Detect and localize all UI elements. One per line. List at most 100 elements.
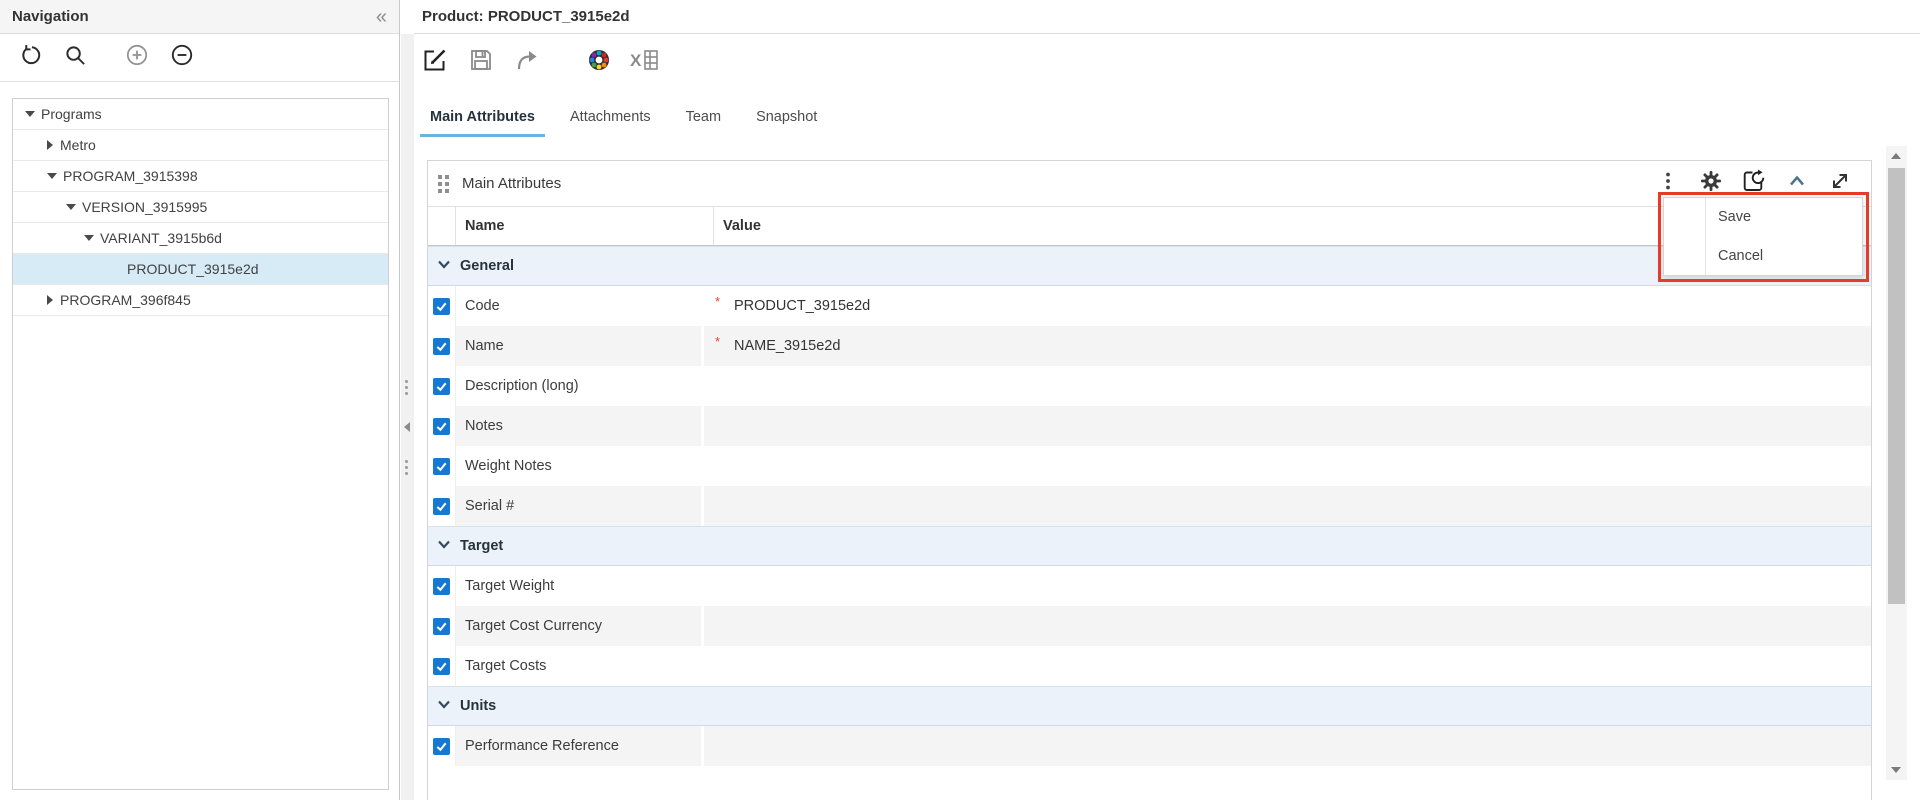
scroll-down-icon[interactable] <box>1891 767 1901 773</box>
attribute-name: Weight Notes <box>465 458 552 474</box>
attribute-name: Performance Reference <box>456 726 701 766</box>
save-button[interactable] <box>464 45 498 79</box>
attribute-value-cell[interactable] <box>704 446 1871 486</box>
row-checkbox[interactable] <box>433 577 450 595</box>
attribute-row-serial: Serial # <box>428 486 1871 526</box>
refresh-button[interactable] <box>13 41 47 75</box>
chevron-collapsed-icon[interactable] <box>47 295 53 305</box>
chevron-expanded-icon[interactable] <box>84 235 94 241</box>
chevron-up-icon <box>1786 170 1808 197</box>
main-toolbar: X <box>414 34 1920 90</box>
required-marker: * <box>715 293 721 309</box>
drag-handle-icon[interactable] <box>438 174 449 193</box>
row-checkbox[interactable] <box>433 617 450 635</box>
scrollbar-thumb[interactable] <box>1888 168 1905 604</box>
menu-item-cancel[interactable]: Cancel <box>1664 237 1862 276</box>
history-restore-button[interactable] <box>1740 168 1768 199</box>
attribute-value-cell[interactable] <box>704 366 1871 406</box>
row-checkbox[interactable] <box>433 417 450 435</box>
scroll-up-icon[interactable] <box>1891 153 1901 159</box>
gear-icon <box>1699 169 1723 198</box>
tree-item-program-396f845[interactable]: PROGRAM_396f845 <box>13 285 388 316</box>
search-button[interactable] <box>58 41 92 75</box>
section-chevron-down-icon[interactable] <box>437 697 451 716</box>
vertical-scrollbar[interactable] <box>1886 146 1907 780</box>
attribute-value-cell[interactable] <box>704 566 1871 606</box>
tree-item-programs[interactable]: Programs <box>13 99 388 130</box>
attribute-row-notes: Notes <box>428 406 1871 446</box>
attribute-value-cell[interactable] <box>704 726 1871 766</box>
excel-export-button[interactable]: X <box>628 45 662 79</box>
attribute-value-cell[interactable]: * PRODUCT_3915e2d <box>704 286 1871 326</box>
chevron-expanded-icon[interactable] <box>47 173 57 179</box>
collapse-sidebar-icon[interactable]: « <box>376 7 387 27</box>
attribute-row-target-costs: Target Costs <box>428 646 1871 686</box>
collapse-panel-button[interactable] <box>1783 170 1811 198</box>
row-checkbox[interactable] <box>433 337 450 355</box>
attribute-value-cell[interactable] <box>704 406 1871 446</box>
chevron-collapsed-icon[interactable] <box>47 140 53 150</box>
required-marker: * <box>715 333 721 349</box>
section-header-units[interactable]: Units <box>428 686 1871 726</box>
row-checkbox[interactable] <box>433 497 450 515</box>
attribute-value-cell[interactable] <box>704 486 1871 526</box>
splitter-grip-icon <box>405 380 408 395</box>
tree-item-product-3915e2d[interactable]: PRODUCT_3915e2d <box>13 254 388 285</box>
tree-item-version-3915995[interactable]: VERSION_3915995 <box>13 192 388 223</box>
zoom-out-button[interactable] <box>165 41 199 75</box>
row-checkbox[interactable] <box>433 377 450 395</box>
grid-header-row: Name Value <box>428 207 1871 246</box>
app-window: Navigation « Programs Metro PROGRAM_3915… <box>0 0 1920 800</box>
attribute-value-cell[interactable] <box>704 646 1871 686</box>
main-attributes-panel: Main Attributes Name Value General Code … <box>427 160 1872 800</box>
attribute-row-description-long: Description (long) <box>428 366 1871 406</box>
section-header-general[interactable]: General <box>428 246 1871 286</box>
history-restore-icon <box>1741 168 1767 199</box>
edit-button[interactable] <box>418 45 452 79</box>
chevron-expanded-icon[interactable] <box>25 111 35 117</box>
attribute-name: Description (long) <box>465 378 579 394</box>
kebab-menu-button[interactable] <box>1654 170 1682 198</box>
row-checkbox[interactable] <box>433 297 450 315</box>
page-title: Product: PRODUCT_3915e2d <box>422 8 630 25</box>
share-button[interactable] <box>510 45 544 79</box>
navigation-tree: Programs Metro PROGRAM_3915398 VERSION_3… <box>12 98 389 790</box>
attribute-value-cell[interactable] <box>704 606 1871 646</box>
section-chevron-down-icon[interactable] <box>437 537 451 556</box>
tree-item-program-3915398[interactable]: PROGRAM_3915398 <box>13 161 388 192</box>
attribute-row-performance-reference: Performance Reference <box>428 726 1871 766</box>
panel-header: Main Attributes <box>428 161 1871 207</box>
section-chevron-down-icon[interactable] <box>437 257 451 276</box>
tab-bar: Main Attributes Attachments Team Snapsho… <box>420 102 1920 137</box>
color-wheel-button[interactable] <box>582 45 616 79</box>
grid-header-name[interactable]: Name <box>456 207 714 245</box>
main-header: Product: PRODUCT_3915e2d <box>414 0 1920 34</box>
main-content: Product: PRODUCT_3915e2d X Main Attribut… <box>414 0 1920 800</box>
row-checkbox[interactable] <box>433 457 450 475</box>
attribute-value: NAME_3915e2d <box>734 338 841 354</box>
svg-text:X: X <box>630 51 642 70</box>
splitter-gutter[interactable] <box>401 34 414 800</box>
settings-button[interactable] <box>1697 170 1725 198</box>
tree-item-metro[interactable]: Metro <box>13 130 388 161</box>
zoom-in-button[interactable] <box>120 41 154 75</box>
excel-export-icon: X <box>630 47 660 78</box>
panel-header-icons <box>1654 168 1854 199</box>
attribute-row-weight-notes: Weight Notes <box>428 446 1871 486</box>
tree-item-variant-3915b6d[interactable]: VARIANT_3915b6d <box>13 223 388 254</box>
tab-snapshot[interactable]: Snapshot <box>746 102 827 137</box>
menu-item-save[interactable]: Save <box>1664 198 1862 237</box>
splitter-collapse-icon[interactable] <box>404 422 410 432</box>
attribute-value-cell[interactable]: * NAME_3915e2d <box>704 326 1871 366</box>
expand-panel-button[interactable] <box>1826 170 1854 198</box>
row-checkbox[interactable] <box>433 657 450 675</box>
color-wheel-icon <box>585 46 613 79</box>
tab-main-attributes[interactable]: Main Attributes <box>420 102 545 137</box>
tab-attachments[interactable]: Attachments <box>560 102 661 137</box>
row-checkbox[interactable] <box>433 737 450 755</box>
attribute-name: Code <box>465 298 500 314</box>
section-header-target[interactable]: Target <box>428 526 1871 566</box>
chevron-expanded-icon[interactable] <box>66 204 76 210</box>
tab-team[interactable]: Team <box>676 102 731 137</box>
attribute-name: Notes <box>456 406 701 446</box>
